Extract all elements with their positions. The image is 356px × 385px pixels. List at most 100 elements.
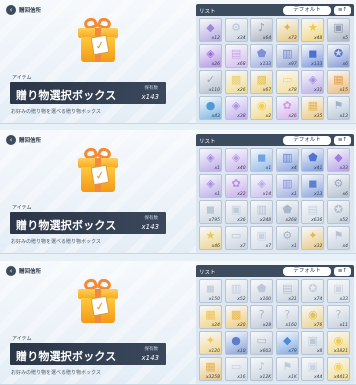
sort-dropdown[interactable]: デフォルト	[283, 136, 331, 145]
item-tile[interactable]: ◈ x1	[199, 148, 222, 172]
item-tile[interactable]: ✿ x22	[224, 174, 248, 198]
item-tile[interactable]: ◼ x795	[199, 200, 222, 224]
item-tile[interactable]: ▦ x15	[326, 70, 350, 94]
item-tile[interactable]: ✦ x32	[301, 226, 325, 250]
sort-order-button[interactable]: ≡↑	[334, 136, 351, 145]
item-tile[interactable]: ★ x46	[199, 226, 222, 250]
sort-dropdown[interactable]: デフォルト	[283, 267, 331, 276]
item-tile[interactable]: ⬟ x41	[301, 148, 325, 172]
item-tile[interactable]: ◼ x1	[250, 148, 274, 172]
gift-box-image: ✓	[78, 146, 118, 192]
item-tile[interactable]: ▣ x44	[301, 357, 325, 381]
item-tile[interactable]: ⚙ x34	[224, 18, 248, 42]
item-tile[interactable]: ▥ x4	[275, 148, 299, 172]
item-tile[interactable]: ◼ x150	[199, 279, 222, 303]
item-tile[interactable]: ▣ x5	[326, 18, 350, 42]
item-tile[interactable]: ▦ x3258	[199, 357, 222, 381]
item-tile[interactable]: ◉ x76	[301, 305, 325, 329]
back-icon[interactable]: ‹	[6, 5, 16, 15]
item-tile[interactable]: ▣ x7	[250, 226, 274, 250]
item-tile[interactable]: ▤ x31	[275, 279, 299, 303]
item-tile[interactable]: ✓ x110	[199, 70, 222, 94]
item-tile[interactable]: ▥ x97	[275, 44, 299, 68]
item-tile[interactable]: ◆ x12	[199, 18, 222, 42]
item-quantity: x78	[288, 88, 297, 93]
sort-dropdown[interactable]: デフォルト	[283, 6, 331, 15]
location-label: 贈回信所	[19, 8, 42, 14]
sort-order-button[interactable]: ≡↑	[334, 267, 351, 276]
item-tile[interactable]: ◈ x14	[250, 174, 274, 198]
item-tile[interactable]: ◈ x31	[301, 70, 325, 94]
item-tile[interactable]: ▣ x36	[224, 200, 248, 224]
item-tile[interactable]: ▦ x24	[199, 305, 222, 329]
item-tile[interactable]: ⬟ x133	[250, 44, 274, 68]
item-tile[interactable]: ▤ x636	[301, 200, 325, 224]
gift-icon: ▩	[230, 308, 242, 321]
item-tile[interactable]: ▥ x248	[250, 200, 274, 224]
item-quantity: x603	[259, 349, 272, 354]
item-tile[interactable]: ◈ x38	[224, 96, 248, 120]
item-tile[interactable]: ● x43	[199, 96, 222, 120]
item-tile[interactable]: ⚑ x4	[326, 226, 350, 250]
item-tile[interactable]: ▥ x1	[275, 174, 299, 198]
item-tile[interactable]: ◉ x2	[250, 96, 274, 120]
gem-icon: ◈	[206, 177, 215, 190]
item-tile[interactable]: ▩ x26	[224, 70, 248, 94]
item-tile[interactable]: ▣ x8	[301, 331, 325, 355]
item-tile[interactable]: ⚙ x1	[275, 226, 299, 250]
location-label: 贈回信所	[19, 138, 42, 144]
gear-icon: ⚙	[333, 177, 344, 190]
item-tile[interactable]: ? x28	[250, 305, 274, 329]
item-quantity: x7	[265, 244, 272, 249]
item-tile[interactable]: ✪ x6	[326, 44, 350, 68]
item-tile[interactable]: ▭ x78	[275, 70, 299, 94]
item-tile[interactable]: ♪ x12K	[250, 357, 274, 381]
item-tile[interactable]: ◈ x1	[199, 174, 222, 198]
back-icon[interactable]: ‹	[6, 266, 16, 276]
item-tile[interactable]: ⬟ x268	[275, 200, 299, 224]
item-quantity: x133	[259, 62, 272, 67]
item-tile[interactable]: ▭ x603	[250, 331, 274, 355]
item-tile[interactable]: ● x10	[224, 331, 248, 355]
item-tile[interactable]: ⬟ x100	[250, 279, 274, 303]
chest-icon: ▦	[205, 308, 216, 321]
item-tile[interactable]: ◼ x133	[301, 44, 325, 68]
item-tile[interactable]: ◉ x3821	[326, 331, 350, 355]
item-tile[interactable]: ◼ x13	[301, 174, 325, 198]
item-tile[interactable]: ⚑ x1K	[275, 357, 299, 381]
item-tile[interactable]: ♪ x64	[250, 18, 274, 42]
location-label: 贈回信所	[19, 269, 42, 275]
item-tile[interactable]: ▤ x68	[224, 44, 248, 68]
item-tile[interactable]: ✪ x52	[326, 200, 350, 224]
owned-count: x143	[141, 93, 159, 101]
item-tile[interactable]: ▩ x20	[224, 305, 248, 329]
item-description: お好みの贈り物を選べる贈り物ボックス	[11, 370, 101, 376]
flag-icon: ⚑	[333, 99, 344, 112]
item-tile[interactable]: ▥ x52	[224, 279, 248, 303]
item-tile[interactable]: ▣ x33	[326, 279, 350, 303]
item-tile[interactable]: ▭ x7	[224, 226, 248, 250]
sort-order-button[interactable]: ≡↑	[334, 6, 351, 15]
item-tile[interactable]: ◈ x40	[224, 148, 248, 172]
item-tile[interactable]: ✪ x74	[301, 279, 325, 303]
item-tile[interactable]: ▦ x35	[301, 96, 325, 120]
item-tile[interactable]: ◉ x4413	[326, 357, 350, 381]
gem-icon: ◈	[206, 151, 215, 164]
item-tile[interactable]: ▩ x67	[250, 70, 274, 94]
item-tile[interactable]: ◆ x79	[275, 331, 299, 355]
item-tile[interactable]: ⚑ x13	[326, 96, 350, 120]
item-tile[interactable]: ? x160	[275, 305, 299, 329]
item-tile[interactable]: ✦ x120	[199, 331, 222, 355]
item-tile[interactable]: ? x11	[326, 305, 350, 329]
item-tile[interactable]: ★ x48	[301, 18, 325, 42]
item-tile[interactable]: ◈ x26	[199, 44, 222, 68]
back-icon[interactable]: ‹	[6, 135, 16, 145]
item-tile[interactable]: ✿ x26	[275, 96, 299, 120]
item-tile[interactable]: ◆ x33	[326, 148, 350, 172]
item-tile[interactable]: ✦ x73	[275, 18, 299, 42]
flag-icon: ⚑	[282, 360, 293, 373]
item-tile[interactable]: ▭ x16	[224, 357, 248, 381]
book-icon: ▥	[256, 203, 267, 216]
item-tile[interactable]: ⚙ x6	[326, 174, 350, 198]
item-quantity: x43	[211, 114, 220, 119]
